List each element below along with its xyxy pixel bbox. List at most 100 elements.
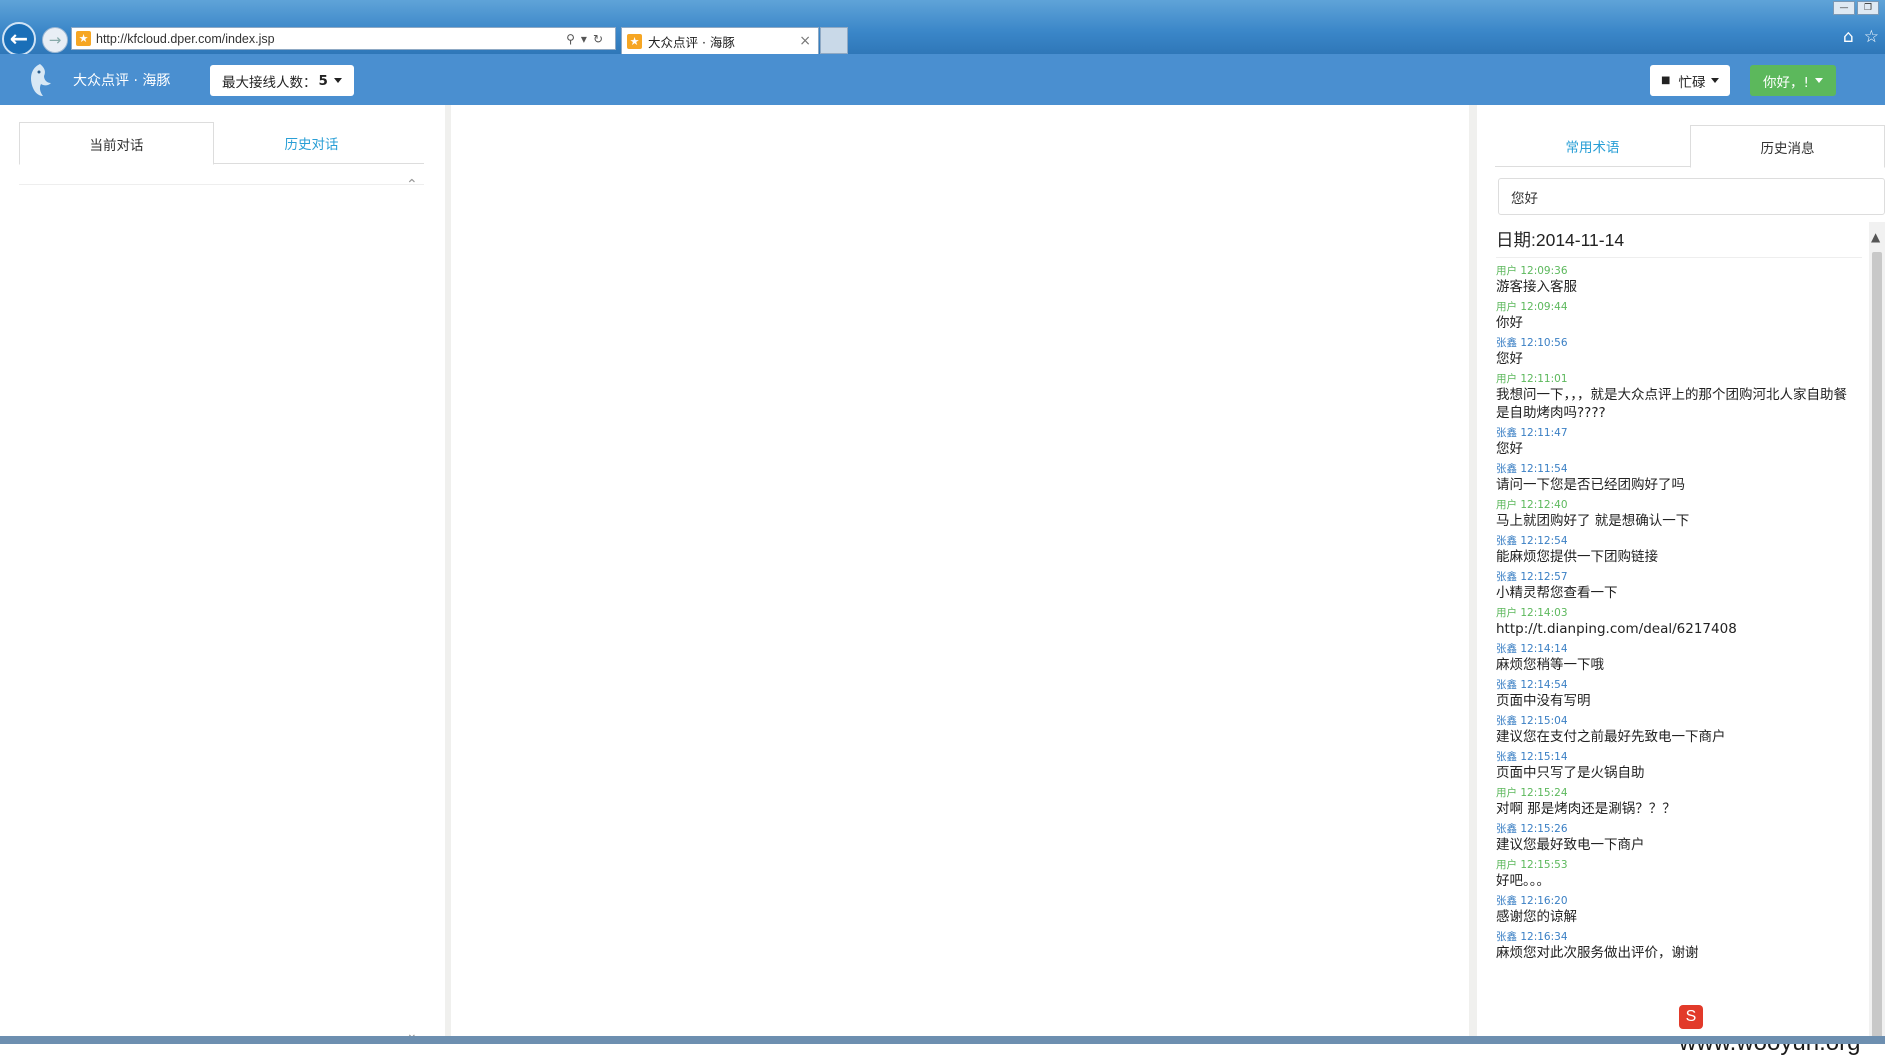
message-text: 麻烦您对此次服务做出评价，谢谢 bbox=[1496, 945, 1699, 961]
max-connections-dropdown[interactable]: 最大接线人数： 5 bbox=[210, 65, 354, 96]
history-message: 用户 12:09:36 游客接入客服 bbox=[1496, 265, 1862, 296]
status-icon: ■ bbox=[1661, 75, 1671, 86]
back-arrow-icon[interactable]: ← bbox=[2, 22, 36, 56]
message-meta: 用户 12:09:44 bbox=[1496, 301, 1568, 313]
history-search-input[interactable] bbox=[1498, 178, 1885, 215]
message-text: 建议您最好致电一下商户 bbox=[1496, 837, 1645, 853]
history-message-list: 用户 12:09:36 游客接入客服用户 12:09:44 你好张鑫 12:10:5… bbox=[1496, 265, 1862, 967]
history-message: 张鑫 12:12:54 能麻烦您提供一下团购链接 bbox=[1496, 535, 1862, 566]
message-text: 您好 bbox=[1496, 441, 1523, 457]
scroll-up-icon[interactable]: ▲ bbox=[1871, 230, 1880, 244]
message-text: 好吧。。。 bbox=[1496, 873, 1550, 889]
history-message: 用户 12:12:40 马上就团购好了 就是想确认一下 bbox=[1496, 499, 1862, 530]
message-meta: 张鑫 12:14:14 bbox=[1496, 643, 1568, 655]
ime-icon: S bbox=[1679, 1005, 1703, 1029]
history-message: 张鑫 12:10:56 您好 bbox=[1496, 337, 1862, 368]
message-text: 小精灵帮您查看一下 bbox=[1496, 585, 1618, 601]
history-message: 用户 12:14:03 http://t.dianping.com/deal/62… bbox=[1496, 607, 1862, 638]
message-text: 我想问一下，，，就是大众点评上的那个团购河北人家自助餐 是自助烤肉吗???? bbox=[1496, 387, 1847, 421]
taskbar bbox=[0, 1036, 1885, 1044]
message-text: 对啊 那是烤肉还是涮锅？？？ bbox=[1496, 801, 1676, 817]
message-meta: 张鑫 12:14:54 bbox=[1496, 679, 1568, 691]
home-icon[interactable]: ⌂ bbox=[1843, 27, 1854, 47]
scrollbar-thumb[interactable] bbox=[1872, 252, 1882, 1040]
dolphin-logo-icon bbox=[31, 64, 51, 96]
message-meta: 张鑫 12:10:56 bbox=[1496, 337, 1568, 349]
star-icon[interactable]: ☆ bbox=[1864, 27, 1879, 47]
message-meta: 张鑫 12:15:04 bbox=[1496, 715, 1568, 727]
side-info-panel: 常用术语 历史消息 日期:2014-11-14 用户 12:09:36 游客接入客… bbox=[1477, 105, 1885, 1044]
conversation-panel: 当前对话 历史对话 ⌃ ⌄ bbox=[0, 105, 445, 1044]
history-message: 张鑫 12:15:04 建议您在支付之前最好先致电一下商户 bbox=[1496, 715, 1862, 746]
address-bar[interactable]: ★ http://kfcloud.dper.com/index.jsp ⚲▾↻ bbox=[71, 27, 616, 50]
history-message: 用户 12:15:24 对啊 那是烤肉还是涮锅？？？ bbox=[1496, 787, 1862, 818]
message-text: 建议您在支付之前最好先致电一下商户 bbox=[1496, 729, 1726, 745]
url-text[interactable]: http://kfcloud.dper.com/index.jsp bbox=[96, 32, 566, 46]
tab-current-conversations[interactable]: 当前对话 bbox=[19, 122, 214, 165]
history-message: 张鑫 12:11:54 请问一下您是否已经团购好了吗 bbox=[1496, 463, 1862, 494]
message-text: http://t.dianping.com/deal/6217408 bbox=[1496, 621, 1737, 637]
max-connections-label: 最大接线人数： bbox=[222, 74, 317, 91]
caret-down-icon bbox=[333, 78, 342, 83]
chat-area bbox=[451, 105, 1469, 1044]
tab-history-messages[interactable]: 历史消息 bbox=[1690, 125, 1885, 168]
conversation-list bbox=[19, 184, 424, 1034]
browser-tab-active[interactable]: ★ 大众点评 · 海豚 × bbox=[621, 27, 819, 54]
message-meta: 张鑫 12:16:34 bbox=[1496, 931, 1568, 943]
history-message: 张鑫 12:16:20 感谢您的谅解 bbox=[1496, 895, 1862, 926]
message-text: 页面中只写了是火锅自助 bbox=[1496, 765, 1645, 781]
tab-favicon-icon: ★ bbox=[627, 33, 642, 49]
history-date: 日期:2014-11-14 bbox=[1496, 222, 1862, 258]
search-refresh-icons[interactable]: ⚲▾↻ bbox=[566, 32, 615, 46]
restore-icon[interactable]: ❐ bbox=[1857, 1, 1879, 15]
caret-down-icon bbox=[1711, 78, 1720, 83]
message-meta: 用户 12:14:03 bbox=[1496, 607, 1568, 619]
message-text: 您好 bbox=[1496, 351, 1523, 367]
message-text: 游客接入客服 bbox=[1496, 279, 1577, 295]
conversation-tabs: 当前对话 历史对话 bbox=[19, 122, 424, 165]
tab-title: 大众点评 · 海豚 bbox=[648, 34, 735, 50]
message-meta: 张鑫 12:12:54 bbox=[1496, 535, 1568, 547]
message-text: 你好 bbox=[1496, 315, 1523, 331]
user-menu-button[interactable]: 你好，! bbox=[1750, 65, 1836, 96]
message-text: 麻烦您稍等一下哦 bbox=[1496, 657, 1604, 673]
history-message: 用户 12:11:01 我想问一下，，，就是大众点评上的那个团购河北人家自助餐 是… bbox=[1496, 373, 1862, 422]
message-meta: 张鑫 12:15:26 bbox=[1496, 823, 1568, 835]
status-dropdown[interactable]: ■ 忙碌 bbox=[1650, 65, 1731, 96]
message-meta: 用户 12:12:40 bbox=[1496, 499, 1568, 511]
history-message: 用户 12:15:53 好吧。。。 bbox=[1496, 859, 1862, 890]
message-text: 请问一下您是否已经团购好了吗 bbox=[1496, 477, 1685, 493]
history-message: 张鑫 12:11:47 您好 bbox=[1496, 427, 1862, 458]
history-scrollbar[interactable]: ▲ bbox=[1869, 222, 1885, 1044]
minimize-icon[interactable]: — bbox=[1833, 1, 1855, 15]
panel-divider bbox=[1469, 105, 1477, 1044]
message-meta: 用户 12:15:24 bbox=[1496, 787, 1568, 799]
message-text: 页面中没有写明 bbox=[1496, 693, 1591, 709]
forward-arrow-icon[interactable]: → bbox=[42, 27, 68, 53]
max-connections-value: 5 bbox=[318, 72, 328, 89]
new-tab-button[interactable] bbox=[820, 27, 848, 54]
tab-history-conversations[interactable]: 历史对话 bbox=[214, 122, 409, 164]
info-tabs: 常用术语 历史消息 bbox=[1495, 125, 1885, 168]
message-text: 能麻烦您提供一下团购链接 bbox=[1496, 549, 1658, 565]
message-text: 感谢您的谅解 bbox=[1496, 909, 1577, 925]
app-header: 大众点评 · 海豚 最大接线人数： 5 ■ 忙碌 你好，! bbox=[0, 54, 1885, 105]
browser-toolbar-icons: ⌂ ☆ bbox=[1843, 27, 1879, 47]
history-message: 张鑫 12:14:54 页面中没有写明 bbox=[1496, 679, 1862, 710]
window-controls: — ❐ bbox=[1833, 1, 1879, 15]
message-meta: 张鑫 12:15:14 bbox=[1496, 751, 1568, 763]
history-message: 张鑫 12:12:57 小精灵帮您查看一下 bbox=[1496, 571, 1862, 602]
message-meta: 用户 12:15:53 bbox=[1496, 859, 1568, 871]
message-meta: 张鑫 12:16:20 bbox=[1496, 895, 1568, 907]
message-meta: 用户 12:09:36 bbox=[1496, 265, 1568, 277]
scroll-up-icon[interactable]: ⌃ bbox=[406, 177, 418, 193]
message-meta: 张鑫 12:11:54 bbox=[1496, 463, 1568, 475]
tab-close-icon[interactable]: × bbox=[799, 33, 818, 49]
conversation-scrollbar[interactable]: ⌃ ⌄ bbox=[403, 177, 423, 1042]
tab-common-phrases[interactable]: 常用术语 bbox=[1495, 125, 1690, 167]
message-meta: 用户 12:11:01 bbox=[1496, 373, 1568, 385]
status-label: 忙碌 bbox=[1678, 74, 1706, 91]
user-greeting: 你好，! bbox=[1763, 74, 1809, 91]
browser-chrome: ← → ★ http://kfcloud.dper.com/index.jsp … bbox=[0, 0, 1885, 56]
history-message: 张鑫 12:14:14 麻烦您稍等一下哦 bbox=[1496, 643, 1862, 674]
